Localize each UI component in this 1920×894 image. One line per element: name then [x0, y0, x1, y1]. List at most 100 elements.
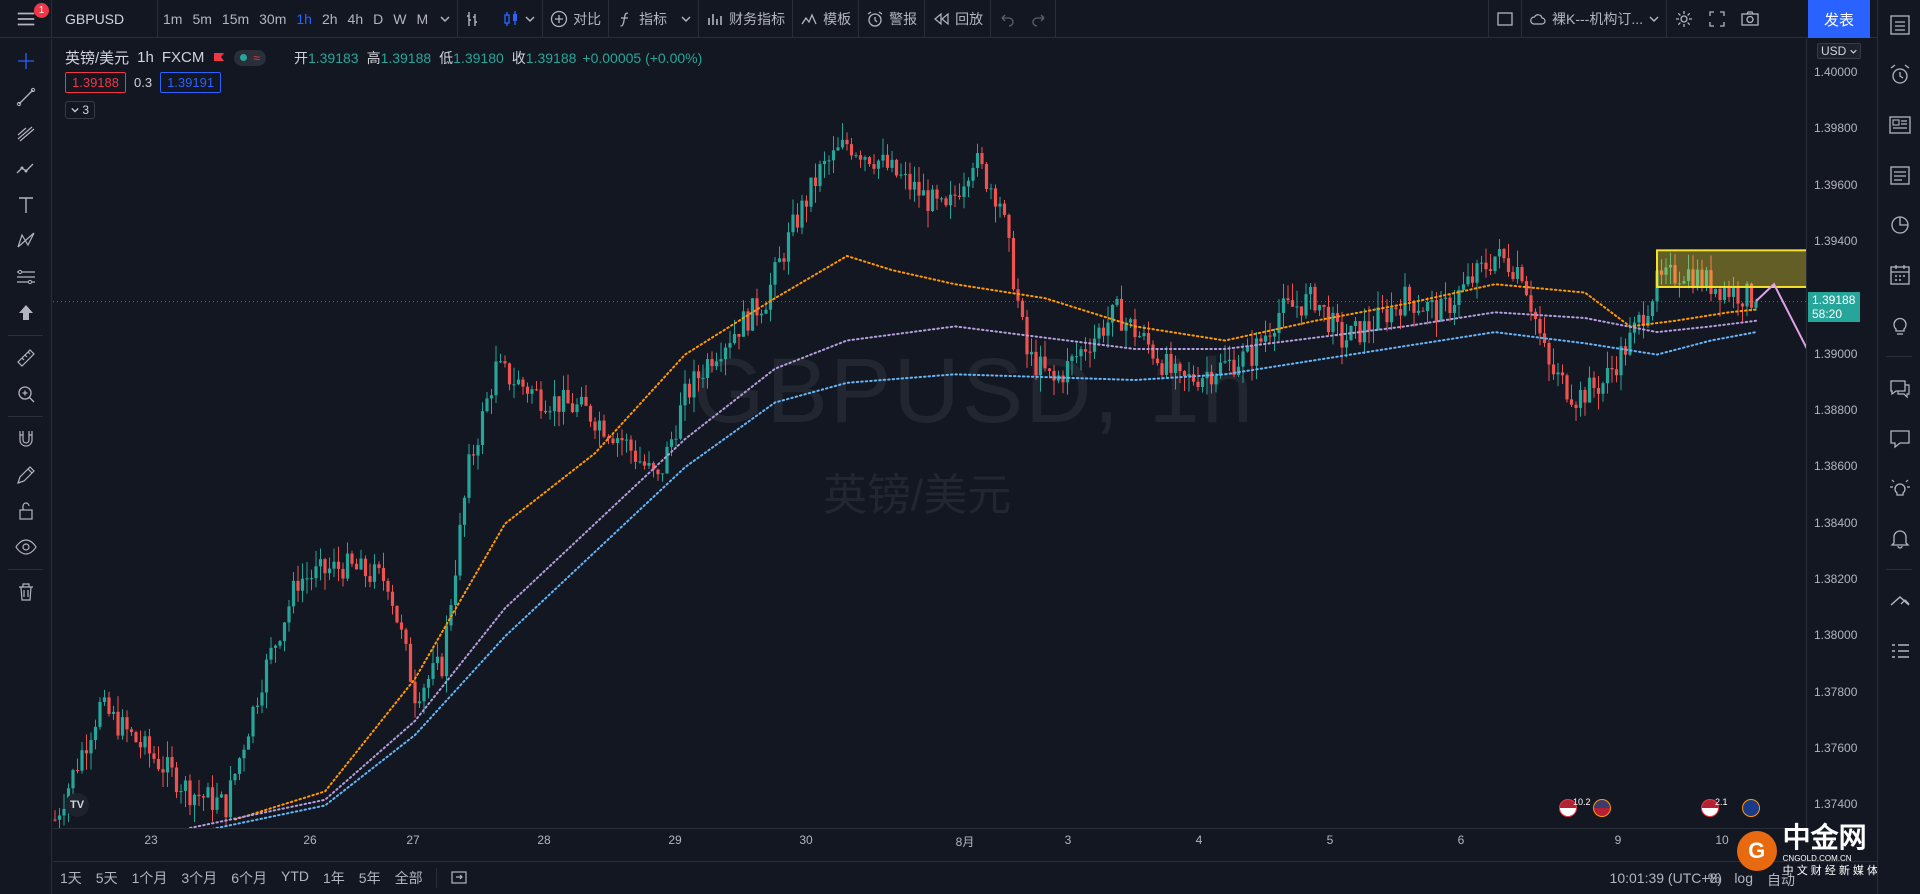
xabcd-tool[interactable] [0, 223, 52, 259]
candle-body [764, 309, 768, 314]
stay-in-drawing-tool[interactable] [0, 457, 52, 493]
fullscreen-layout-button[interactable] [1489, 0, 1521, 38]
candle-body [1020, 300, 1025, 317]
arrow-tool[interactable] [0, 295, 52, 331]
range-button[interactable]: 5天 [89, 868, 125, 888]
financials-button[interactable]: 财务指标 [699, 0, 792, 38]
range-button[interactable]: 全部 [388, 868, 430, 888]
settings-button[interactable] [1667, 0, 1701, 38]
buy-button[interactable]: 1.39191 [160, 72, 222, 93]
compare-button[interactable]: 对比 [543, 0, 608, 38]
lock-drawings-tool[interactable] [0, 493, 52, 529]
news-button[interactable] [1878, 100, 1920, 150]
range-button[interactable]: 1天 [53, 868, 89, 888]
candle-body [1070, 356, 1074, 362]
date-tick-label: 29 [668, 833, 682, 847]
layout-name-button[interactable]: 裸K---机构订... [1522, 0, 1666, 38]
replay-button[interactable]: 回放 [925, 0, 990, 38]
economic-event-us[interactable]: 10.2 [1559, 797, 1611, 817]
tradingview-logo[interactable]: TV [65, 793, 89, 817]
goto-date-button[interactable] [443, 869, 475, 888]
bar-style-button[interactable] [458, 0, 495, 38]
interval-2h-button[interactable]: 2h [317, 0, 343, 38]
eye-icon [15, 539, 37, 555]
data-window-button[interactable] [1878, 150, 1920, 200]
remove-drawings-tool[interactable] [0, 574, 52, 610]
interval-5m-button[interactable]: 5m [187, 0, 216, 38]
interval-4h-button[interactable]: 4h [343, 0, 369, 38]
candlestick-chart[interactable] [53, 39, 1806, 828]
watchlist-button[interactable] [1878, 0, 1920, 50]
candle-body [1115, 298, 1119, 305]
candle-body [350, 553, 354, 564]
indicators-dropdown-button[interactable] [674, 0, 698, 38]
interval-30m-button[interactable]: 30m [254, 0, 291, 38]
undo-button[interactable] [991, 0, 1023, 38]
fib-tool[interactable] [0, 115, 52, 151]
chats-button[interactable] [1878, 363, 1920, 413]
help-button[interactable] [1878, 463, 1920, 513]
snapshot-button[interactable] [1733, 0, 1767, 38]
indicators-button[interactable]: 指标 [609, 0, 674, 38]
candle-body [921, 190, 926, 196]
economic-event-uk[interactable]: 2.1 [1701, 797, 1760, 817]
zoom-tool[interactable] [0, 376, 52, 412]
main-menu-button[interactable]: 1 [0, 0, 52, 38]
interval-m-button[interactable]: M [411, 0, 433, 38]
alerts-button[interactable]: 警报 [859, 0, 924, 38]
templates-button[interactable]: 模板 [793, 0, 858, 38]
alerts-panel-button[interactable] [1878, 50, 1920, 100]
range-button[interactable]: 1年 [316, 868, 352, 888]
range-button[interactable]: 3个月 [174, 868, 224, 888]
redo-button[interactable] [1023, 0, 1055, 38]
candle-body [1376, 307, 1380, 330]
publish-button[interactable]: 发表 [1808, 0, 1870, 38]
trading-panel-button[interactable] [1878, 576, 1920, 626]
candle-body [962, 186, 966, 197]
candle-body [530, 389, 534, 394]
candle-body [413, 681, 417, 704]
notifications-button[interactable] [1878, 513, 1920, 563]
ruler-tool[interactable] [0, 340, 52, 376]
hide-drawings-tool[interactable] [0, 529, 52, 565]
interval-d-button[interactable]: D [368, 0, 388, 38]
interval-1h-button[interactable]: 1h [291, 0, 317, 38]
forecast-tool[interactable] [0, 259, 52, 295]
range-button[interactable]: 6个月 [224, 868, 274, 888]
candle-body [1601, 383, 1605, 394]
candle-body [192, 794, 197, 806]
range-button[interactable]: YTD [274, 868, 316, 888]
cloud-icon [1530, 14, 1546, 25]
trendline-tool[interactable] [0, 79, 52, 115]
text-tool[interactable] [0, 187, 52, 223]
pattern-tool[interactable] [0, 151, 52, 187]
fullscreen-button[interactable] [1701, 0, 1733, 38]
currency-selector[interactable]: USD [1817, 43, 1861, 59]
sell-button[interactable]: 1.39188 [65, 72, 126, 93]
interval-1m-button[interactable]: 1m [158, 0, 187, 38]
symbol-search-button[interactable]: GBPUSD [52, 0, 157, 38]
interval-15m-button[interactable]: 15m [217, 0, 254, 38]
candle-body [1079, 349, 1083, 357]
candle-body [984, 164, 989, 190]
streams-button[interactable] [1878, 413, 1920, 463]
crosshair-tool[interactable] [0, 43, 52, 79]
hotlist-button[interactable] [1878, 200, 1920, 250]
object-tree-button[interactable] [1878, 626, 1920, 676]
range-button[interactable]: 1个月 [125, 868, 175, 888]
interval-w-button[interactable]: W [388, 0, 411, 38]
candle-body [1574, 404, 1578, 408]
range-button[interactable]: 5年 [352, 868, 388, 888]
candle-body [1587, 377, 1592, 403]
magnet-tool[interactable] [0, 421, 52, 457]
interval-dropdown-button[interactable] [433, 0, 457, 38]
chart-pane[interactable]: GBPUSD, 1h 英镑/美元 英镑/美元 1h FXCM ≈ 开 1.3918… [53, 39, 1806, 828]
percent-scale-button[interactable]: % [1701, 870, 1727, 890]
candle-body [1475, 263, 1479, 283]
price-axis[interactable]: USD [1806, 39, 1877, 828]
calendar-button[interactable] [1878, 250, 1920, 300]
indicators-toggle-button[interactable]: 3 [65, 101, 96, 119]
candle-body [912, 181, 917, 190]
candle-style-button[interactable] [495, 0, 542, 38]
ideas-button[interactable] [1878, 300, 1920, 350]
